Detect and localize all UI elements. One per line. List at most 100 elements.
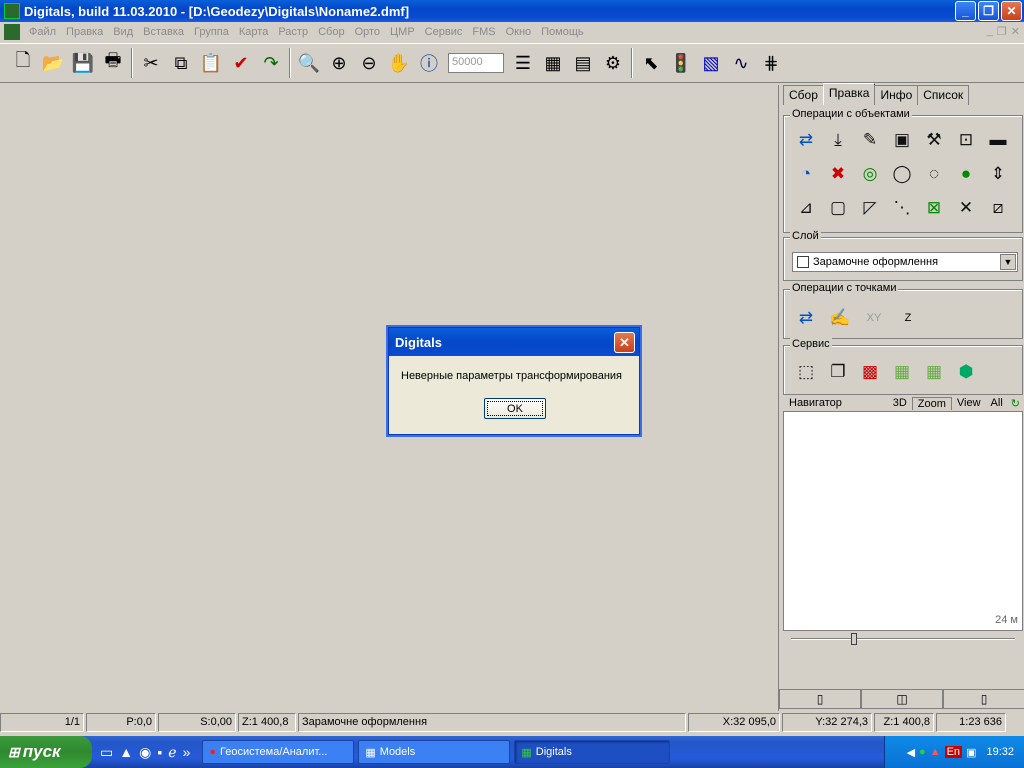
difference-icon[interactable]: ◌ — [920, 160, 948, 188]
select-cursor-icon[interactable]: ⬉ — [636, 48, 666, 78]
dialog-close-icon[interactable]: ✕ — [614, 332, 635, 353]
tab-list[interactable]: Список — [917, 85, 970, 105]
menu-insert[interactable]: Вставка — [138, 26, 189, 38]
center-box-icon[interactable]: ⊡ — [952, 126, 980, 154]
tab-info[interactable]: Инфо — [874, 85, 919, 105]
crosshatch-icon[interactable]: ⊠ — [920, 194, 948, 222]
swap-icon[interactable]: ⇄ — [792, 126, 820, 154]
cube-icon[interactable]: ⬚ — [792, 358, 820, 386]
show-desktop-icon[interactable]: ▭ — [100, 744, 113, 761]
menu-collect[interactable]: Сбор — [313, 26, 349, 38]
points-xy-button[interactable]: XY — [860, 312, 888, 324]
grid-lines-icon[interactable]: ⋕ — [756, 48, 786, 78]
menu-map[interactable]: Карта — [234, 26, 273, 38]
menu-fms[interactable]: FMS — [467, 26, 500, 38]
curve-icon[interactable]: ∿ — [726, 48, 756, 78]
check-icon[interactable]: ✔ — [226, 48, 256, 78]
layout-split-icon[interactable]: ◫ — [861, 689, 943, 709]
restore-button[interactable]: ❐ — [978, 1, 999, 21]
minimize-button[interactable]: _ — [955, 1, 976, 21]
stack-icon[interactable]: ❐ — [824, 358, 852, 386]
layer-select[interactable]: Зарамочне оформлення ▼ — [792, 252, 1018, 272]
union-icon[interactable]: ◎ — [856, 160, 884, 188]
tray-network-icon[interactable]: ▣ — [966, 746, 976, 759]
points-edit-icon[interactable]: ✍ — [826, 304, 854, 332]
mdi-minimize-icon[interactable]: _ — [987, 25, 993, 38]
table-icon[interactable]: ▦ — [538, 48, 568, 78]
rotate-icon[interactable]: ◔ — [792, 160, 820, 188]
settings-icon[interactable]: ⚙ — [598, 48, 628, 78]
zoom-window-icon[interactable]: 🔍 — [294, 48, 324, 78]
delete-arc-icon[interactable]: ✖ — [824, 160, 852, 188]
raster-tiles-icon[interactable]: ▦ — [888, 358, 916, 386]
copy-icon[interactable]: ⧉ — [166, 48, 196, 78]
menu-view[interactable]: Вид — [108, 26, 138, 38]
traffic-light-icon[interactable]: 🚦 — [666, 48, 696, 78]
intersect-icon[interactable]: ◯ — [888, 160, 916, 188]
z-scale-icon[interactable]: ⇕ — [984, 160, 1012, 188]
label-box-icon[interactable]: ▣ — [888, 126, 916, 154]
chevron-down-icon[interactable]: ▼ — [1000, 254, 1016, 270]
points-swap-icon[interactable]: ⇄ — [792, 304, 820, 332]
document-icon[interactable] — [4, 24, 20, 40]
split-line-icon[interactable]: ⧄ — [984, 194, 1012, 222]
hatch-icon[interactable]: ▧ — [696, 48, 726, 78]
mdi-restore-icon[interactable]: ❐ — [997, 25, 1007, 38]
floppy-icon[interactable]: ▪ — [157, 744, 162, 761]
pencil-line-icon[interactable]: ✎ — [856, 126, 884, 154]
refresh-icon[interactable]: ↻ — [1008, 397, 1023, 410]
close-button[interactable]: ✕ — [1001, 1, 1022, 21]
task-models[interactable]: ▦ Models — [358, 740, 511, 764]
tray-update-icon[interactable]: ● — [919, 746, 926, 758]
properties-icon[interactable]: ▤ — [568, 48, 598, 78]
navigator-view[interactable]: 24 м — [783, 411, 1023, 631]
menu-service[interactable]: Сервис — [420, 26, 468, 38]
dots-diagonal-icon[interactable]: ⋱ — [888, 194, 916, 222]
print-icon[interactable]: 🖶 — [98, 48, 128, 78]
layout-left-icon[interactable]: ▯ — [779, 689, 861, 709]
raster-image-icon[interactable]: ▦ — [920, 358, 948, 386]
menu-raster[interactable]: Растр — [273, 26, 313, 38]
cut-icon[interactable]: ✂ — [136, 48, 166, 78]
start-button[interactable]: ⊞ пуск — [0, 736, 92, 768]
menu-window[interactable]: Окно — [501, 26, 537, 38]
navigator-zoom-slider[interactable] — [791, 633, 1015, 645]
line-bar-icon[interactable]: ▬ — [984, 126, 1012, 154]
nav-tab-zoom[interactable]: Zoom — [911, 396, 952, 410]
layout-right-icon[interactable]: ▯ — [943, 689, 1024, 709]
info-icon[interactable]: ⓘ — [414, 48, 444, 78]
tray-back-icon[interactable]: ◀ — [907, 746, 915, 759]
acrobat-icon[interactable]: ▲ — [119, 744, 133, 761]
cross-lines-icon[interactable]: ✕ — [952, 194, 980, 222]
ok-button[interactable]: OK — [484, 398, 546, 419]
insert-down-icon[interactable]: ⤓ — [824, 126, 852, 154]
menu-help[interactable]: Помощь — [536, 26, 589, 38]
menu-ortho[interactable]: Орто — [350, 26, 385, 38]
open-folder-icon[interactable]: 📂 — [38, 48, 68, 78]
tab-collect[interactable]: Сбор — [783, 85, 824, 105]
zoom-out-icon[interactable]: ⊖ — [354, 48, 384, 78]
nav-tab-3d[interactable]: 3D — [888, 397, 912, 409]
circle-icon[interactable]: ● — [952, 160, 980, 188]
language-indicator[interactable]: En — [944, 746, 963, 758]
tab-edit[interactable]: Правка — [822, 83, 876, 105]
save-icon[interactable]: 💾 — [68, 48, 98, 78]
menu-dem[interactable]: ЦМР — [385, 26, 420, 38]
zoom-in-icon[interactable]: ⊕ — [324, 48, 354, 78]
pan-hand-icon[interactable]: ✋ — [384, 48, 414, 78]
tray-security-icon[interactable]: ▲ — [930, 746, 941, 758]
menu-file[interactable]: Файл — [24, 26, 61, 38]
polygon-cut-icon[interactable]: ◸ — [856, 194, 884, 222]
slider-thumb[interactable] — [851, 633, 857, 645]
new-file-icon[interactable]: 🗋 — [8, 48, 38, 78]
task-digitals[interactable]: ▦ Digitals — [514, 740, 671, 764]
menu-group[interactable]: Группа — [189, 26, 234, 38]
square-icon[interactable]: ▢ — [824, 194, 852, 222]
points-z-button[interactable]: Z — [894, 312, 922, 324]
wrench-icon[interactable]: ⚒ — [920, 126, 948, 154]
task-opera[interactable]: ● Геосистема/Аналит... — [202, 740, 355, 764]
scale-input[interactable]: 50000 — [448, 53, 504, 73]
mdi-close-icon[interactable]: ✕ — [1011, 25, 1020, 38]
redo-icon[interactable]: ↷ — [256, 48, 286, 78]
layers-icon[interactable]: ☰ — [508, 48, 538, 78]
